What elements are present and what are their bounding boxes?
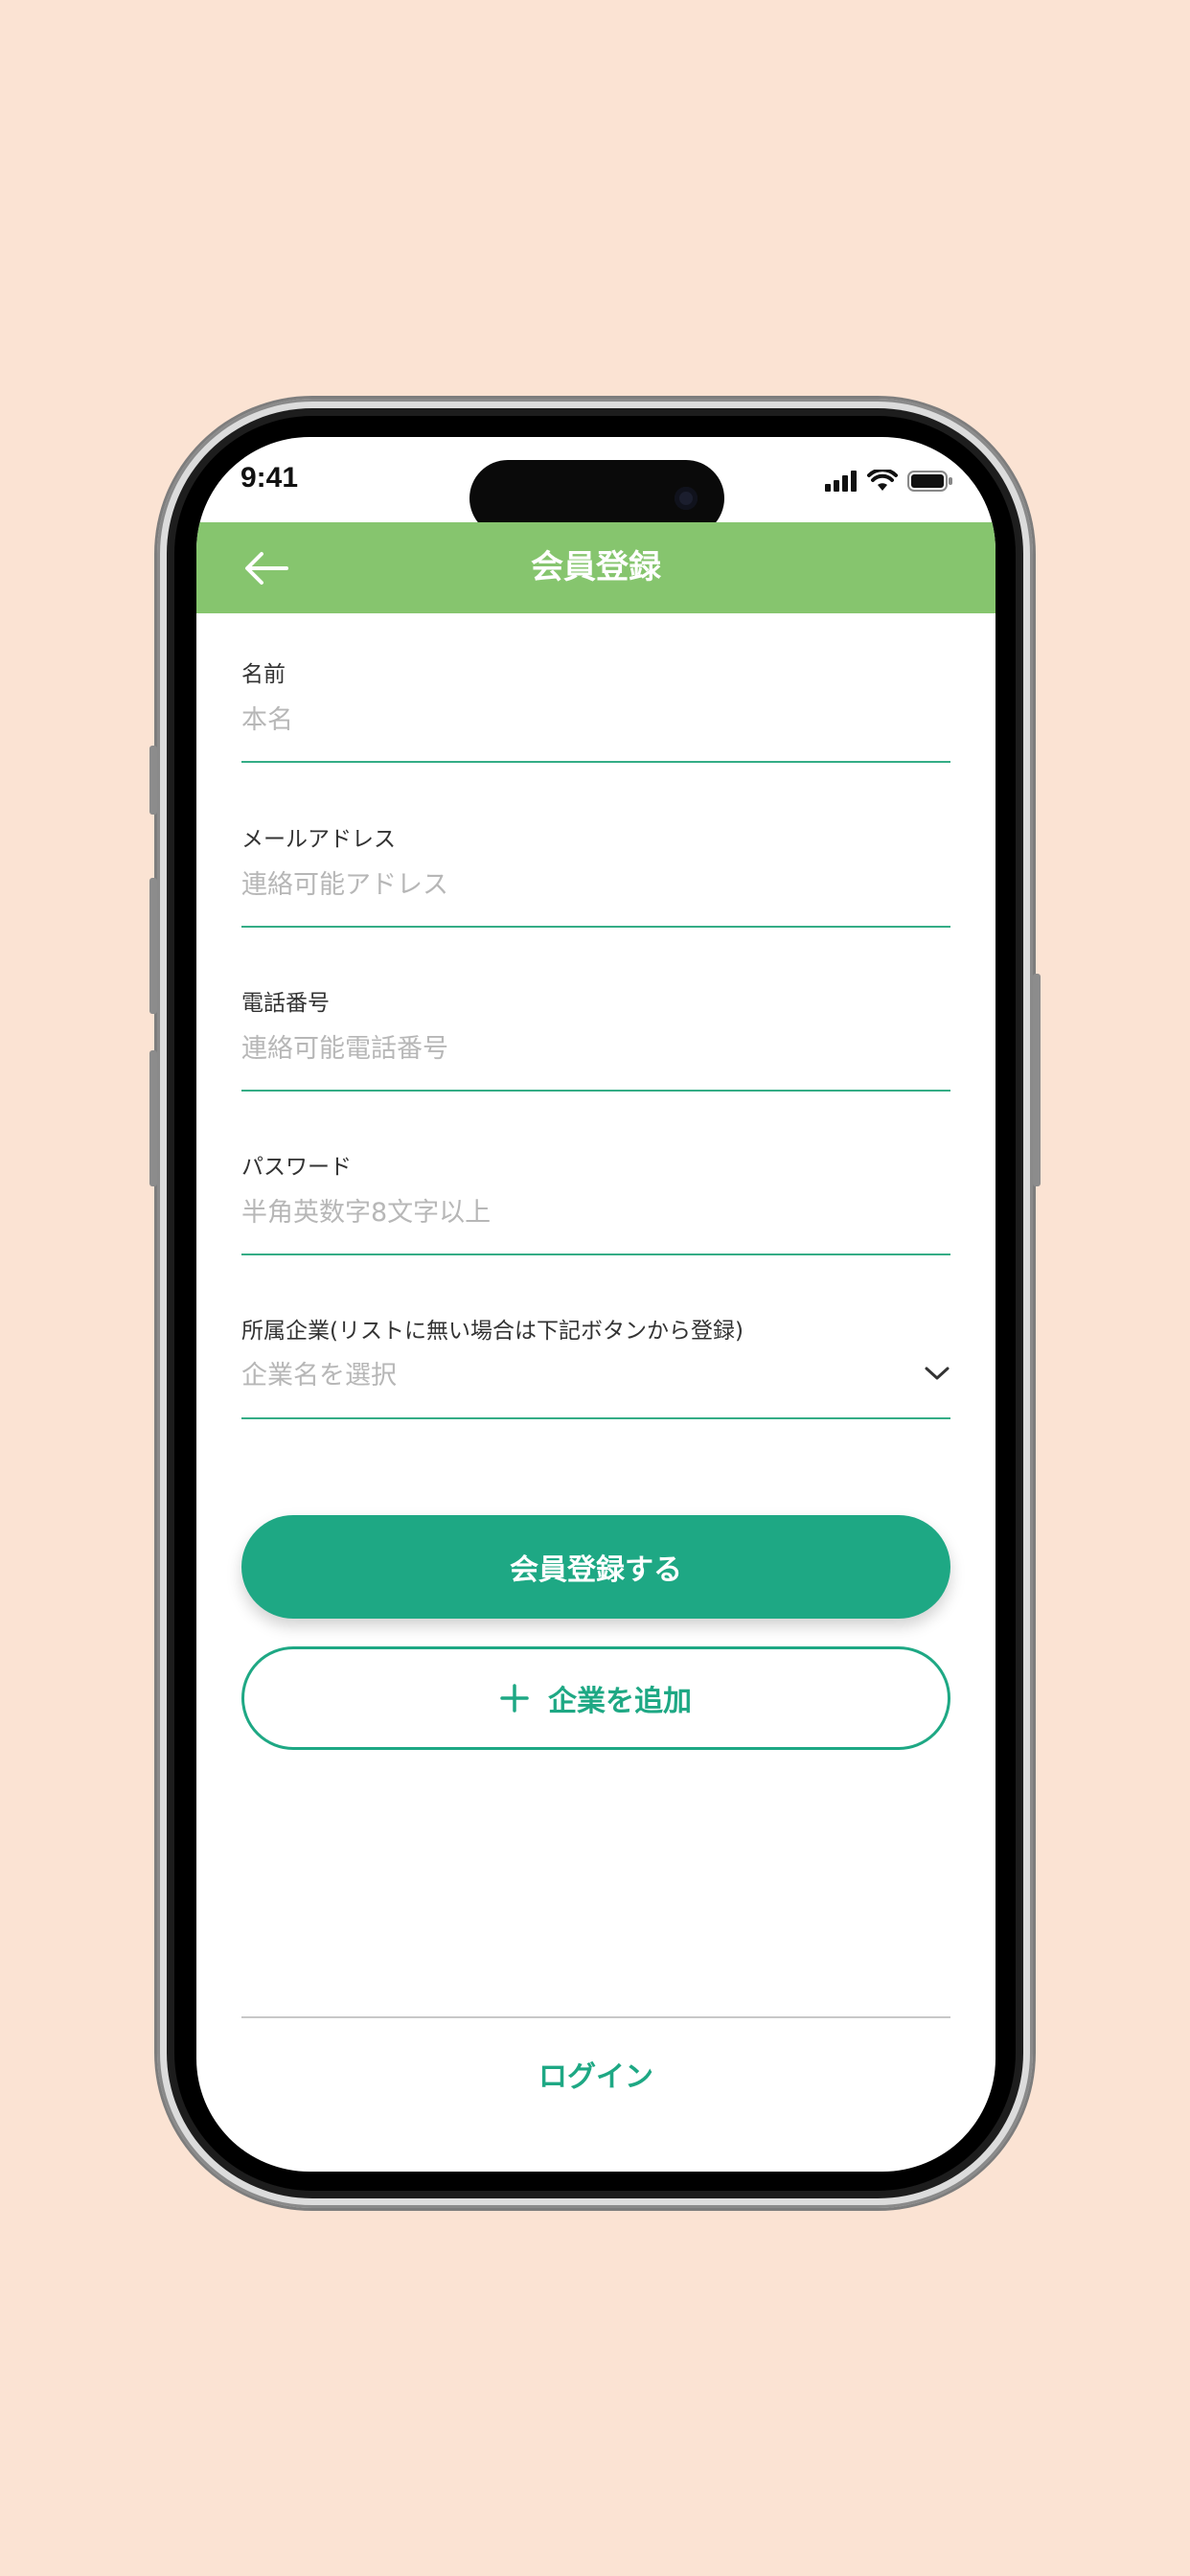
plus-icon [500, 1684, 529, 1713]
name-input[interactable] [241, 696, 950, 744]
login-link[interactable]: ログイン [196, 2053, 995, 2095]
company-select[interactable]: 企業名を選択 [241, 1352, 912, 1400]
volume-up-button [149, 878, 157, 1014]
company-underline [241, 1417, 950, 1419]
phone-input[interactable] [241, 1024, 950, 1072]
name-label: 名前 [241, 662, 286, 687]
password-input[interactable] [241, 1188, 950, 1236]
phone-field: 電話番号 [241, 967, 950, 1092]
signal-icon [825, 471, 857, 492]
company-label: 所属企業(リストに無い場合は下記ボタンから登録) [241, 1319, 744, 1344]
app-header: 会員登録 [196, 522, 995, 613]
phone-underline [241, 1090, 950, 1092]
add-company-label: 企業を追加 [548, 1685, 692, 1718]
email-input[interactable] [241, 861, 950, 908]
volume-down-button [149, 1050, 157, 1186]
footer-divider [241, 2016, 950, 2018]
company-field: 所属企業(リストに無い場合は下記ボタンから登録) 企業名を選択 [241, 1295, 950, 1419]
email-field: メールアドレス [241, 803, 950, 928]
add-company-button[interactable]: 企業を追加 [241, 1646, 950, 1750]
silent-switch [149, 746, 157, 815]
status-time: 9:41 [240, 462, 299, 494]
chevron-down-icon[interactable] [924, 1364, 950, 1383]
register-button[interactable]: 会員登録する [241, 1515, 950, 1619]
phone-label: 電話番号 [241, 991, 330, 1016]
camera-icon [675, 487, 698, 510]
status-icons [825, 470, 953, 493]
password-label: パスワード [241, 1155, 352, 1180]
name-field: 名前 [241, 638, 950, 763]
password-underline [241, 1254, 950, 1255]
phone-screen: 9:41 会員登録 名前 メールア [196, 437, 995, 2172]
email-underline [241, 926, 950, 928]
register-button-label: 会員登録する [510, 1553, 682, 1587]
battery-icon [907, 471, 952, 492]
name-underline [241, 761, 950, 763]
wifi-icon [867, 470, 898, 491]
page-title: 会員登録 [531, 548, 661, 586]
email-label: メールアドレス [241, 827, 396, 852]
power-button [1033, 974, 1041, 1186]
password-field: パスワード [241, 1131, 950, 1255]
